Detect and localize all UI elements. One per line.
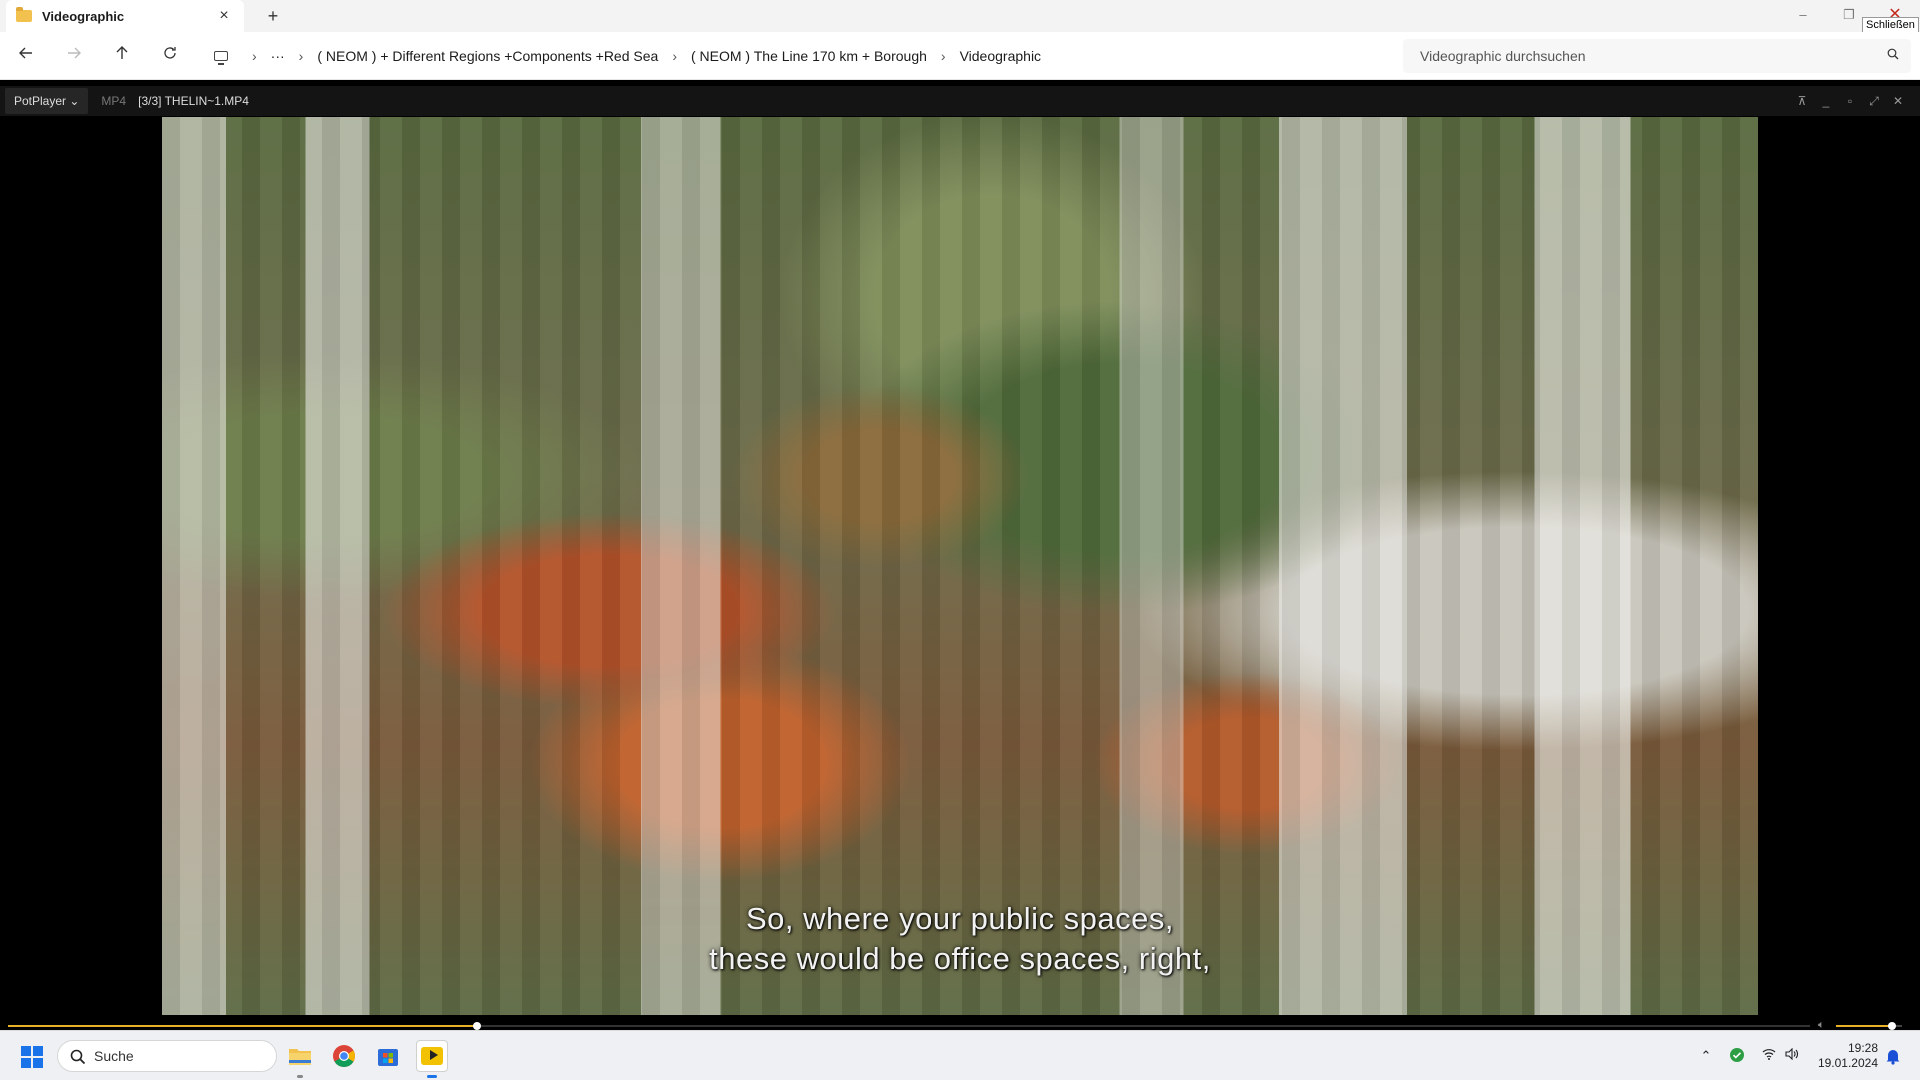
search-icon <box>1887 48 1899 60</box>
volume-slider[interactable] <box>1836 1022 1902 1030</box>
pin-icon[interactable]: ⊼ <box>1794 93 1810 109</box>
player-maximize-icon[interactable]: ▫ <box>1842 93 1858 109</box>
windows-start-icon[interactable] <box>21 1046 43 1068</box>
chevron-right-icon[interactable]: › <box>299 48 304 64</box>
forward-arrow-icon[interactable] <box>62 44 86 68</box>
seek-handle[interactable] <box>472 1022 481 1030</box>
tab-videographic[interactable]: Videographic × <box>6 0 244 32</box>
media-format: MP4 <box>101 94 127 108</box>
video-stage[interactable]: So, where your public spaces, these woul… <box>0 116 1920 1016</box>
running-indicator <box>297 1075 303 1078</box>
subtitle-line: these would be office spaces, right, <box>709 941 1211 976</box>
clock-time: 19:28 <box>1847 1041 1878 1055</box>
explorer-titlebar: Videographic × + – ❐ ✕ Schließen <box>0 0 1920 33</box>
search-icon <box>70 1049 86 1065</box>
subtitle: So, where your public spaces, these woul… <box>162 899 1758 979</box>
refresh-icon[interactable] <box>158 44 182 68</box>
security-shield-icon[interactable] <box>1728 1047 1746 1065</box>
wifi-icon[interactable] <box>1760 1047 1778 1065</box>
active-app-indicator <box>427 1075 437 1078</box>
player-close-icon[interactable]: ✕ <box>1890 93 1906 109</box>
folder-search-input[interactable]: Videographic durchsuchen <box>1403 39 1911 73</box>
chevron-right-icon[interactable]: › <box>672 48 677 64</box>
back-arrow-icon[interactable] <box>14 44 38 68</box>
tab-close-icon[interactable]: × <box>214 6 234 26</box>
breadcrumb-item[interactable]: ( NEOM ) + Different Regions +Components… <box>317 48 658 64</box>
breadcrumb-item[interactable]: Videographic <box>960 48 1041 64</box>
potplayer-menu-button[interactable]: PotPlayer ⌄ <box>5 88 89 114</box>
address-bar[interactable]: › ··· › ( NEOM ) + Different Regions +Co… <box>202 39 1402 73</box>
folder-icon <box>16 7 32 22</box>
taskbar-search-label: Suche <box>94 1048 134 1064</box>
volume-handle[interactable] <box>1888 1022 1897 1030</box>
taskbar-search[interactable]: Suche <box>57 1040 277 1072</box>
clock-date: 19.01.2024 <box>1817 1056 1878 1070</box>
chevron-right-icon[interactable]: › <box>252 48 257 64</box>
subtitle-line: So, where your public spaces, <box>745 901 1175 936</box>
microsoft-store-app-icon[interactable] <box>372 1040 404 1072</box>
notification-bell-icon[interactable] <box>1884 1047 1902 1065</box>
explorer-navbar: › ··· › ( NEOM ) + Different Regions +Co… <box>0 32 1920 80</box>
media-title: [3/3] THELIN~1.MP4 <box>138 94 249 108</box>
speaker-icon[interactable] <box>1783 1047 1801 1065</box>
chrome-app-icon[interactable] <box>328 1040 360 1072</box>
player-fullscreen-icon[interactable]: ⤢ <box>1866 93 1882 109</box>
monitor-icon <box>214 51 228 65</box>
chevron-right-icon[interactable]: › <box>941 48 946 64</box>
up-arrow-icon[interactable] <box>110 44 134 68</box>
breadcrumb-more[interactable]: ··· <box>271 48 285 64</box>
tab-title: Videographic <box>42 8 125 24</box>
minimize-button[interactable]: – <box>1780 0 1826 32</box>
close-tooltip: Schließen <box>1862 17 1919 33</box>
seek-bar[interactable] <box>8 1022 1810 1030</box>
player-controls: 🔈︎ <box>0 1016 1920 1031</box>
search-placeholder: Videographic durchsuchen <box>1420 48 1586 64</box>
potplayer-titlebar: PotPlayer ⌄ MP4 [3/3] THELIN~1.MP4 ⊼ _ ▫… <box>0 86 1920 116</box>
video-frame[interactable]: So, where your public spaces, these woul… <box>162 117 1758 1015</box>
new-tab-button[interactable]: + <box>262 5 284 27</box>
potplayer-menu-label: PotPlayer <box>14 94 67 108</box>
system-clock[interactable]: 19:28 19.01.2024 <box>1808 1041 1878 1071</box>
volume-level <box>1836 1025 1893 1027</box>
breadcrumb-item[interactable]: ( NEOM ) The Line 170 km + Borough <box>691 48 927 64</box>
chevron-up-icon[interactable]: ⌃ <box>1697 1047 1715 1065</box>
taskbar: Suche ⌃ 19:28 19.01.2024 <box>0 1030 1920 1080</box>
player-minimize-icon[interactable]: _ <box>1818 93 1834 109</box>
video-texture <box>162 117 1758 1015</box>
potplayer-app-icon[interactable] <box>416 1040 448 1072</box>
seek-progress <box>8 1025 477 1027</box>
file-explorer-app-icon[interactable] <box>284 1040 316 1072</box>
